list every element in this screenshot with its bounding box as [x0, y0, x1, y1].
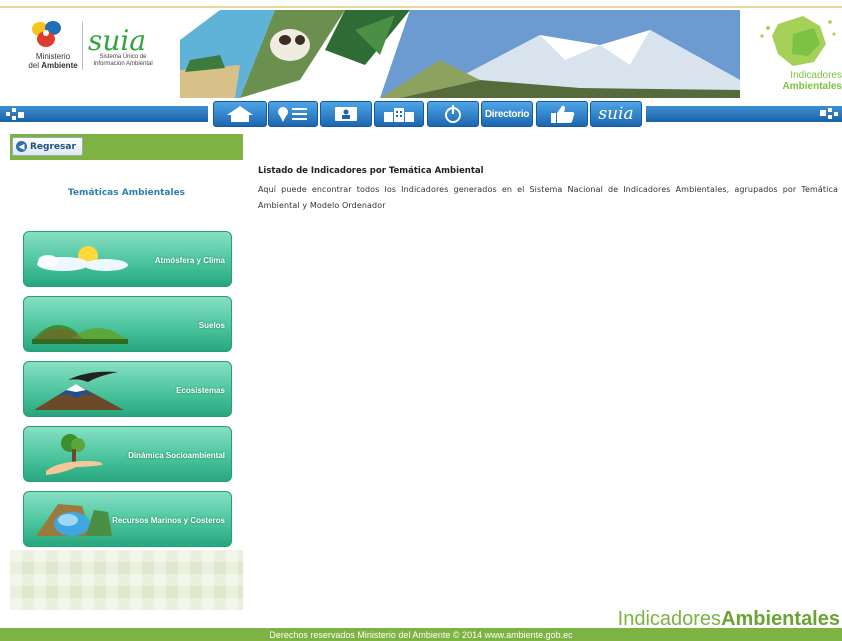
- theme-label: Dinámica Socioambiental: [128, 450, 225, 460]
- suia-logo-icon: suia: [598, 104, 634, 124]
- nav-likes-button[interactable]: [536, 101, 588, 127]
- hills-icon: [32, 325, 128, 344]
- theme-suelos-button[interactable]: Suelos: [23, 296, 232, 352]
- pin-list-icon: [278, 107, 307, 122]
- main-navbar: Directorio suia: [0, 100, 842, 128]
- ministerio-line2-bold: Ambiente: [41, 61, 78, 70]
- ministerio-line1: Ministerio: [35, 52, 71, 61]
- back-button-label: Regresar: [30, 141, 76, 152]
- suia-sub-line1: Sistema Único de: [99, 54, 147, 60]
- sun-clouds-icon: [37, 246, 128, 271]
- indicadores-logo[interactable]: Indicadores Ambientales: [748, 14, 842, 94]
- navbar-left-deco-icon: [6, 108, 24, 120]
- footer-brand-bold: Ambientales: [721, 608, 840, 630]
- sidebar-footer-pattern: [10, 550, 243, 610]
- ministerio-flower-icon: [32, 21, 61, 47]
- theme-label: Recursos Marinos y Costeros: [112, 515, 225, 525]
- ministerio-logo[interactable]: Ministerio del Ambiente: [18, 20, 78, 70]
- back-arrow-icon: ◀: [16, 141, 27, 152]
- theme-ecosistemas-button[interactable]: Ecosistemas: [23, 361, 232, 417]
- indicadores-logo-line2: Ambientales: [782, 81, 842, 92]
- nav-suia-button[interactable]: suia: [590, 101, 642, 127]
- back-button[interactable]: ◀ Regresar: [12, 137, 83, 156]
- nav-directorio-button[interactable]: Directorio: [481, 101, 533, 127]
- id-card-icon: [335, 107, 357, 121]
- thumbs-up-icon: [551, 105, 575, 123]
- logo-divider: [82, 22, 83, 70]
- nav-power-button[interactable]: [427, 101, 479, 127]
- theme-atmosfera-clima-button[interactable]: Atmósfera y Clima: [23, 231, 232, 287]
- header-banner-image: [180, 10, 740, 98]
- theme-recursos-marinos-costeros-button[interactable]: Recursos Marinos y Costeros: [23, 491, 232, 547]
- nav-home-button[interactable]: [213, 101, 267, 127]
- sidebar-body: Temáticas Ambientales Atmósfera y Clima …: [10, 160, 243, 550]
- sidebar-header: ◀ Regresar: [10, 134, 243, 160]
- suia-logo-text: suia: [88, 24, 147, 57]
- navbar-right-strip: [646, 106, 842, 122]
- theme-label: Ecosistemas: [176, 385, 225, 395]
- nav-directorio-label: Directorio: [484, 108, 530, 120]
- footer-bar: Derechos reservados Ministerio del Ambie…: [0, 628, 842, 641]
- ministerio-line2-prefix: del: [28, 61, 39, 70]
- suia-sub-line2: Información Ambiental: [93, 61, 153, 67]
- footer-copyright: Derechos reservados Ministerio del Ambie…: [269, 630, 573, 640]
- theme-label: Atmósfera y Clima: [154, 255, 225, 265]
- power-icon: [445, 105, 461, 123]
- indicadores-map-icon: [760, 16, 836, 66]
- theme-dinamica-socioambiental-button[interactable]: Dinámica Socioambiental: [23, 426, 232, 482]
- nav-contacts-button[interactable]: [320, 101, 372, 127]
- condor-volcano-icon: [34, 371, 124, 410]
- home-icon: [227, 106, 253, 122]
- buildings-icon: [384, 108, 414, 122]
- nav-locations-button[interactable]: [268, 101, 318, 127]
- header-top-line: [0, 6, 842, 8]
- tree-hand-icon: [46, 434, 103, 475]
- sidebar-title: Temáticas Ambientales: [67, 188, 186, 198]
- main-content: Listado de Indicadores por Temática Ambi…: [258, 166, 838, 214]
- nav-institutions-button[interactable]: [374, 101, 424, 127]
- footer-brand-light: Indicadores: [617, 608, 722, 630]
- navbar-right-deco-icon: [820, 108, 838, 119]
- theme-label: Suelos: [198, 320, 225, 330]
- indicadores-logo-line1: Indicadores: [790, 70, 842, 81]
- sidebar: ◀ Regresar Temáticas Ambientales Atmósfe…: [10, 134, 243, 610]
- site-header: Ministerio del Ambiente suia Sistema Úni…: [0, 0, 842, 100]
- page-description: Aquí puede encontrar todos los Indicador…: [258, 185, 838, 210]
- suia-logo[interactable]: suia Sistema Único de Información Ambien…: [88, 24, 168, 72]
- page-title: Listado de Indicadores por Temática Ambi…: [258, 166, 484, 176]
